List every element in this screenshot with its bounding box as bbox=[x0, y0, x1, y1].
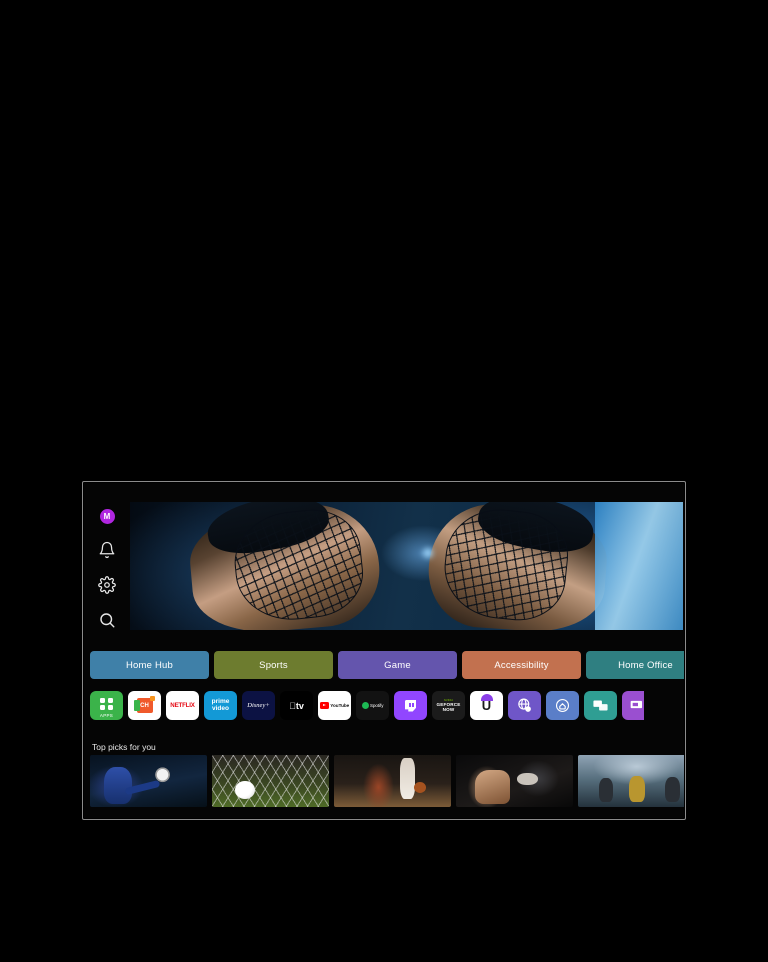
globe-browser-icon bbox=[516, 697, 533, 714]
remote-pc-icon bbox=[628, 697, 644, 714]
app-tv-channels[interactable]: CH bbox=[128, 691, 161, 720]
soccer-player-thumbnail[interactable] bbox=[90, 755, 207, 807]
app-u[interactable]: U bbox=[470, 691, 503, 720]
netflix-icon: NETFLIX bbox=[170, 702, 195, 709]
bell-icon[interactable] bbox=[98, 541, 116, 559]
profile-avatar[interactable]: M bbox=[99, 509, 115, 524]
twitch-icon bbox=[405, 699, 416, 712]
app-prime-video[interactable]: prime video bbox=[204, 691, 237, 720]
youtube-icon: YouTube bbox=[319, 702, 349, 709]
screen-mirroring-icon bbox=[592, 697, 609, 714]
tab-accessibility[interactable]: Accessibility bbox=[462, 651, 581, 679]
app-geforce-now[interactable]: NVIDIA GEFORCE NOW bbox=[432, 691, 465, 720]
app-apple-tv[interactable]: tv bbox=[280, 691, 313, 720]
search-icon[interactable] bbox=[98, 611, 116, 629]
category-tab-bar: Home Hub Sports Game Accessibility Home … bbox=[90, 651, 684, 679]
app-youtube[interactable]: YouTube bbox=[318, 691, 351, 720]
app-twitch[interactable] bbox=[394, 691, 427, 720]
top-picks-title: Top picks for you bbox=[92, 742, 156, 752]
tv-screen: M Home Hub Sports Game Accessibility Hom… bbox=[84, 483, 684, 818]
tab-home-hub[interactable]: Home Hub bbox=[90, 651, 209, 679]
app-netflix[interactable]: NETFLIX bbox=[166, 691, 199, 720]
tab-game[interactable]: Game bbox=[338, 651, 457, 679]
app-spotify[interactable]: Spotify bbox=[356, 691, 389, 720]
tab-sports[interactable]: Sports bbox=[214, 651, 333, 679]
prime-video-icon: prime video bbox=[211, 698, 230, 712]
apple-tv-icon: tv bbox=[289, 700, 304, 711]
soccer-goal-thumbnail[interactable] bbox=[212, 755, 329, 807]
app-smartthings[interactable] bbox=[546, 691, 579, 720]
basketball-thumbnail[interactable] bbox=[334, 755, 451, 807]
spotify-icon: Spotify bbox=[361, 702, 383, 709]
football-thumbnail[interactable] bbox=[578, 755, 684, 807]
disney-plus-icon: Disney+ bbox=[247, 702, 270, 709]
featured-banner[interactable] bbox=[130, 502, 683, 630]
app-internet[interactable] bbox=[508, 691, 541, 720]
top-picks-row bbox=[90, 755, 684, 807]
tv-frame: M Home Hub Sports Game Accessibility Hom… bbox=[82, 481, 686, 820]
screenshot-canvas: M Home Hub Sports Game Accessibility Hom… bbox=[0, 0, 768, 962]
tv-channels-icon: CH bbox=[133, 696, 155, 713]
gear-icon[interactable] bbox=[98, 576, 116, 594]
apps-grid-icon bbox=[100, 697, 113, 711]
geforce-now-icon: NVIDIA GEFORCE NOW bbox=[436, 698, 461, 713]
tab-home-office[interactable]: Home Office bbox=[586, 651, 684, 679]
app-screen-share[interactable] bbox=[584, 691, 617, 720]
app-disney-plus[interactable]: Disney+ bbox=[242, 691, 275, 720]
app-apps[interactable]: APPS bbox=[90, 691, 123, 720]
app-workspace[interactable] bbox=[622, 691, 644, 720]
u-app-arc bbox=[480, 694, 493, 701]
jersey-right bbox=[594, 502, 683, 630]
smart-home-icon bbox=[554, 697, 571, 714]
boxing-thumbnail[interactable] bbox=[456, 755, 573, 807]
app-label-apps: APPS bbox=[99, 713, 114, 718]
app-shortcut-row: APPS CH NETFLIX prime video Disney+ tv Y… bbox=[90, 691, 644, 720]
